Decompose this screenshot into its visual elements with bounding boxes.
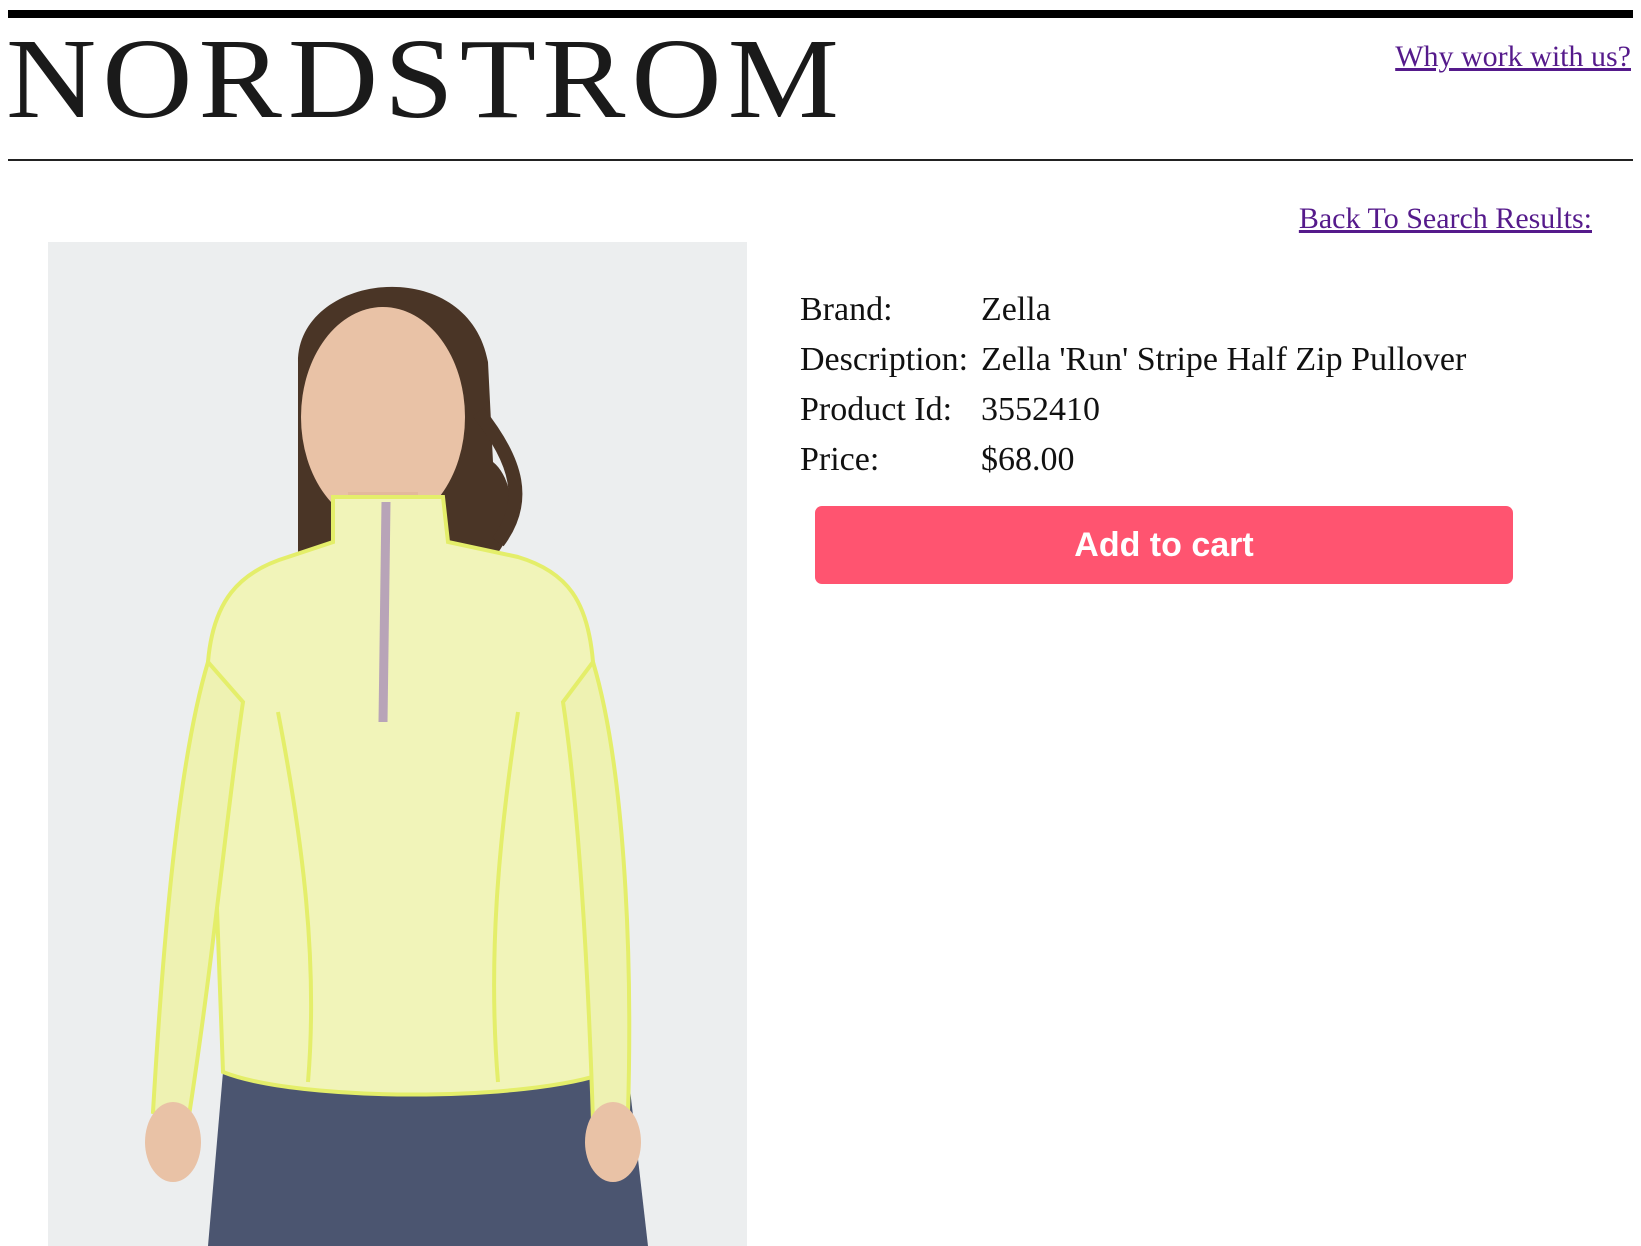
description-label: Description: xyxy=(800,341,969,378)
back-to-search-results-link[interactable]: Back To Search Results: xyxy=(1299,202,1592,236)
model-wearing-pullover-image xyxy=(48,242,747,1246)
product-id-label: Product Id: xyxy=(800,391,953,428)
price-label: Price: xyxy=(800,441,880,478)
product-image xyxy=(48,242,747,1246)
brand-label: Brand: xyxy=(800,291,893,328)
add-to-cart-button[interactable]: Add to cart xyxy=(815,506,1513,584)
why-work-with-us-link[interactable]: Why work with us? xyxy=(1395,40,1631,74)
detail-row-description: Description: Zella 'Run' Stripe Half Zip… xyxy=(800,335,1466,385)
product-details: Brand: Zella Description: Zella 'Run' St… xyxy=(800,285,1466,485)
product-id-value: 3552410 xyxy=(981,391,1100,428)
brand-value: Zella xyxy=(981,291,1051,328)
detail-row-product-id: Product Id: 3552410 xyxy=(800,385,1466,435)
price-value: $68.00 xyxy=(981,441,1075,478)
detail-row-brand: Brand: Zella xyxy=(800,285,1466,335)
nordstrom-logo: NORDSTROM xyxy=(6,15,845,143)
detail-row-price: Price: $68.00 xyxy=(800,435,1466,485)
header-divider xyxy=(8,159,1633,161)
description-value: Zella 'Run' Stripe Half Zip Pullover xyxy=(981,341,1467,378)
